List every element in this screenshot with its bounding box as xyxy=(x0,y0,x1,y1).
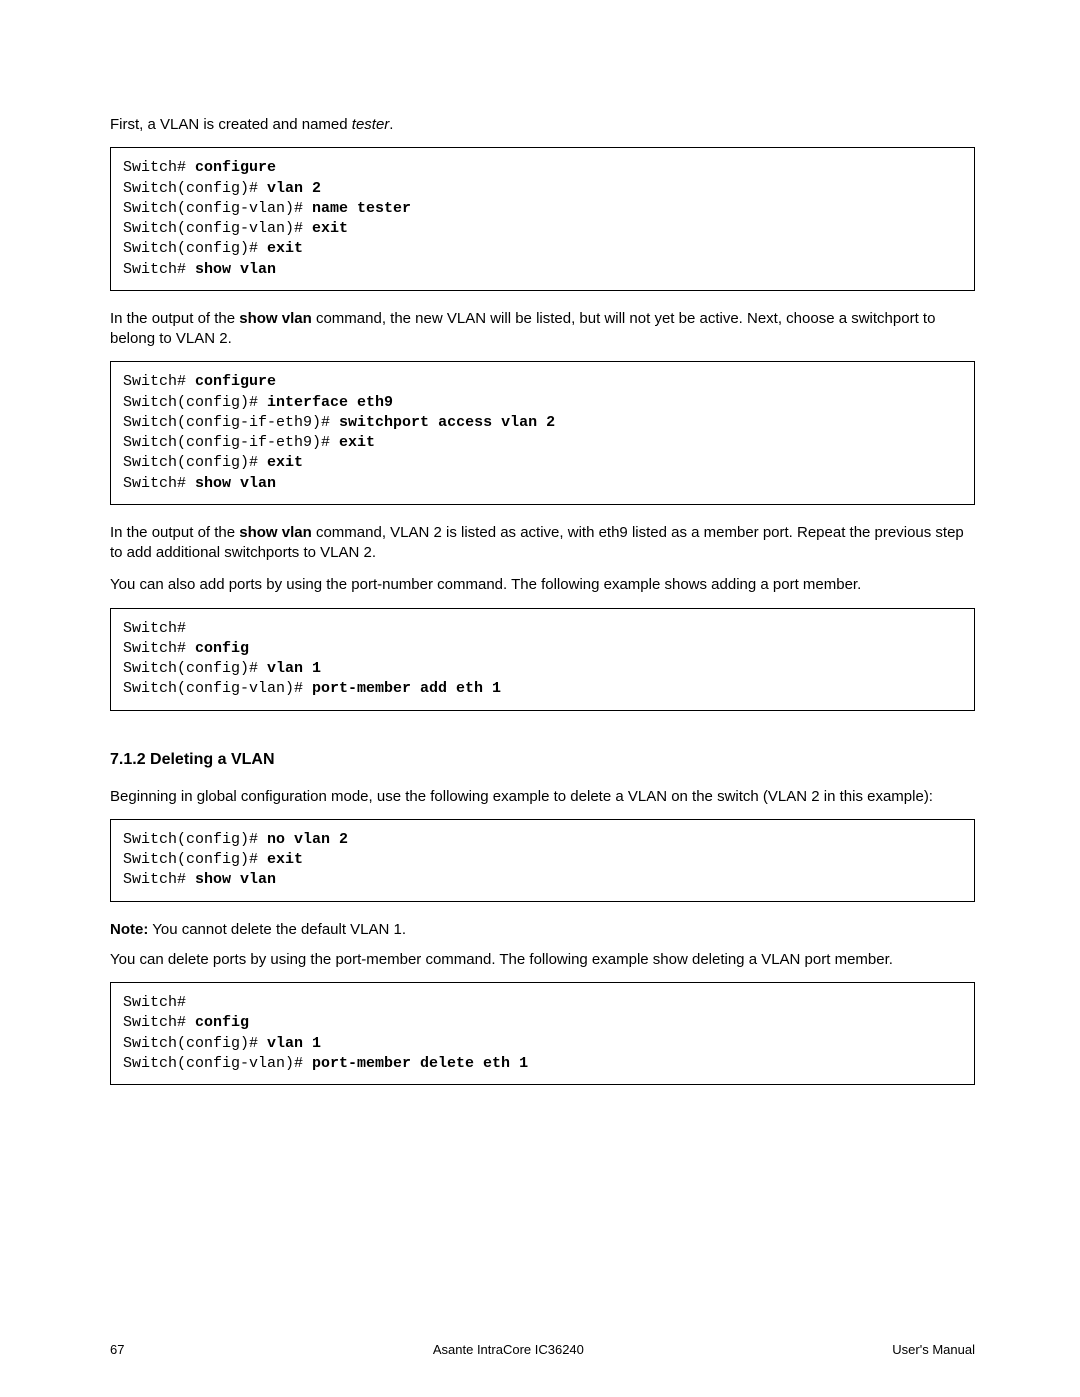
command: show vlan xyxy=(195,475,276,492)
note-label: Note: xyxy=(110,921,148,938)
command: name tester xyxy=(312,200,411,217)
code-block-no-vlan: Switch(config)# no vlan 2 Switch(config)… xyxy=(110,819,975,902)
prompt: Switch(config-if-eth9)# xyxy=(123,414,339,431)
page-footer: 67 Asante IntraCore IC36240 User's Manua… xyxy=(110,1342,975,1357)
prompt: Switch# xyxy=(123,159,195,176)
command: no vlan 2 xyxy=(267,831,348,848)
paragraph-intro: First, a VLAN is created and named teste… xyxy=(110,115,975,135)
code-block-interface: Switch# configure Switch(config)# interf… xyxy=(110,361,975,505)
prompt: Switch(config-vlan)# xyxy=(123,680,312,697)
prompt: Switch# xyxy=(123,475,195,492)
code-block-create-vlan: Switch# configure Switch(config)# vlan 2… xyxy=(110,147,975,291)
command: config xyxy=(195,640,249,657)
paragraph-note: Note: You cannot delete the default VLAN… xyxy=(110,920,975,940)
paragraph-delete-ports: You can delete ports by using the port-m… xyxy=(110,950,975,970)
command: vlan 2 xyxy=(267,180,321,197)
section-heading-deleting-vlan: 7.1.2 Deleting a VLAN xyxy=(110,751,975,769)
page-container: First, a VLAN is created and named teste… xyxy=(0,0,1080,1397)
prompt: Switch(config)# xyxy=(123,851,267,868)
code-block-port-member-delete: Switch# Switch# config Switch(config)# v… xyxy=(110,982,975,1085)
command: port-member delete eth 1 xyxy=(312,1055,528,1072)
prompt: Switch(config-vlan)# xyxy=(123,220,312,237)
footer-product: Asante IntraCore IC36240 xyxy=(433,1342,584,1357)
command: configure xyxy=(195,373,276,390)
footer-doc-title: User's Manual xyxy=(892,1342,975,1357)
prompt: Switch(config-if-eth9)# xyxy=(123,434,339,451)
command: vlan 1 xyxy=(267,1035,321,1052)
prompt: Switch(config)# xyxy=(123,240,267,257)
bold-text: show vlan xyxy=(239,524,312,541)
command: configure xyxy=(195,159,276,176)
text: First, a VLAN is created and named xyxy=(110,116,352,133)
prompt: Switch(config)# xyxy=(123,1035,267,1052)
prompt: Switch# xyxy=(123,373,195,390)
paragraph-show-vlan-1: In the output of the show vlan command, … xyxy=(110,309,975,350)
command: exit xyxy=(267,851,303,868)
text: In the output of the xyxy=(110,524,239,541)
prompt: Switch(config)# xyxy=(123,660,267,677)
prompt: Switch# xyxy=(123,620,186,637)
paragraph-delete-intro: Beginning in global configuration mode, … xyxy=(110,787,975,807)
code-block-port-member-add: Switch# Switch# config Switch(config)# v… xyxy=(110,608,975,711)
prompt: Switch(config)# xyxy=(123,831,267,848)
bold-text: show vlan xyxy=(239,310,312,327)
command: show vlan xyxy=(195,871,276,888)
prompt: Switch(config-vlan)# xyxy=(123,200,312,217)
command: exit xyxy=(267,240,303,257)
prompt: Switch# xyxy=(123,261,195,278)
command: vlan 1 xyxy=(267,660,321,677)
paragraph-add-ports: You can also add ports by using the port… xyxy=(110,575,975,595)
prompt: Switch# xyxy=(123,871,195,888)
command: exit xyxy=(267,454,303,471)
text: You cannot delete the default VLAN 1. xyxy=(148,921,406,938)
italic-text: tester xyxy=(352,116,390,133)
prompt: Switch# xyxy=(123,994,186,1011)
prompt: Switch(config-vlan)# xyxy=(123,1055,312,1072)
paragraph-show-vlan-2: In the output of the show vlan command, … xyxy=(110,523,975,564)
command: exit xyxy=(339,434,375,451)
prompt: Switch(config)# xyxy=(123,180,267,197)
command: exit xyxy=(312,220,348,237)
command: show vlan xyxy=(195,261,276,278)
footer-page-number: 67 xyxy=(110,1342,124,1357)
command: config xyxy=(195,1014,249,1031)
prompt: Switch# xyxy=(123,1014,195,1031)
command: port-member add eth 1 xyxy=(312,680,501,697)
prompt: Switch# xyxy=(123,640,195,657)
prompt: Switch(config)# xyxy=(123,454,267,471)
text: In the output of the xyxy=(110,310,239,327)
text: . xyxy=(389,116,393,133)
command: switchport access vlan 2 xyxy=(339,414,555,431)
prompt: Switch(config)# xyxy=(123,394,267,411)
command: interface eth9 xyxy=(267,394,393,411)
